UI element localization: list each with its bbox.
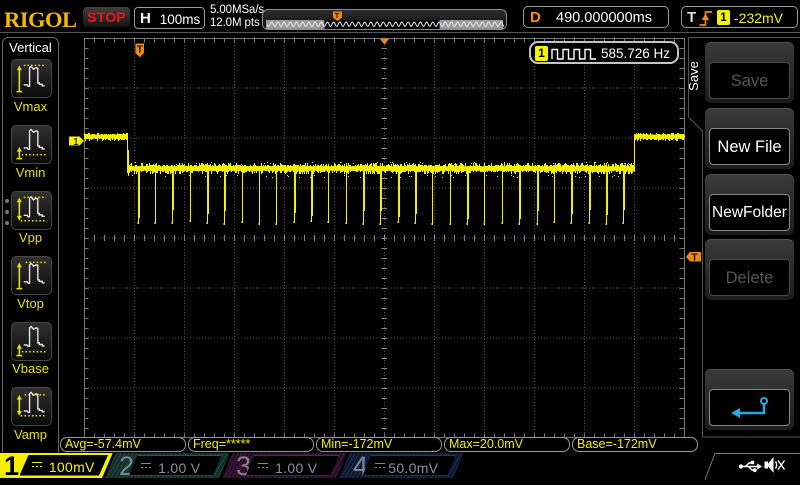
svg-text:T: T: [335, 11, 340, 20]
svg-text:1: 1: [73, 136, 79, 148]
svg-text:T: T: [137, 44, 143, 55]
svg-text:T: T: [692, 253, 698, 264]
